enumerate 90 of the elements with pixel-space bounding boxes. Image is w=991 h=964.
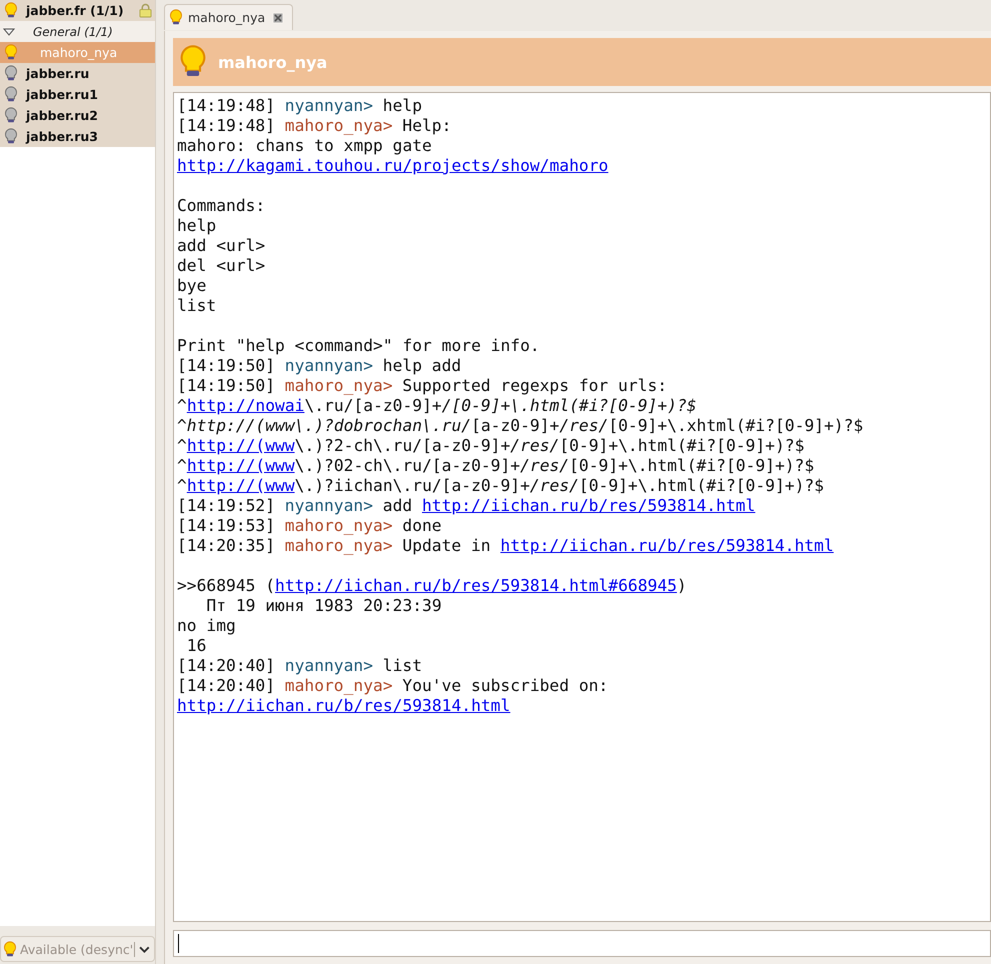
- timestamp: [14:19:50]: [177, 376, 276, 395]
- nickname: nyannyan>: [284, 356, 374, 375]
- link[interactable]: http://(www: [186, 476, 295, 495]
- message-text: help: [177, 216, 216, 235]
- message-text: ^: [177, 436, 187, 455]
- message-text: \.)?2-ch\.ru/[a-z0-9]+: [294, 436, 510, 455]
- account-name: jabber.ru: [26, 66, 90, 81]
- message-text: /res/: [520, 456, 570, 475]
- message-text: [a-z0-9]+: [471, 416, 560, 435]
- message-text: >>668945 (: [177, 576, 276, 595]
- timestamp: [14:19:48]: [177, 96, 276, 115]
- message-text: [0-9]+\.html(#i?[0-9]+)?$: [569, 456, 814, 475]
- message-text: list: [382, 656, 422, 675]
- link[interactable]: http://nowai: [186, 396, 304, 415]
- group-name: General (1/1): [33, 24, 113, 38]
- message-text: Пт 19 июня 1983 20:23:39: [205, 596, 442, 615]
- message-text: You've subscribed on:: [402, 676, 608, 695]
- link[interactable]: http://iichan.ru/b/res/593814.html: [422, 496, 756, 515]
- group-row[interactable]: General (1/1): [0, 21, 155, 42]
- message-text: ^: [177, 476, 187, 495]
- message-text: [0-9]+\.html(#i?[0-9]+)?$: [559, 436, 804, 455]
- message-text: bye: [177, 276, 206, 295]
- message-text: Help:: [402, 116, 452, 135]
- link[interactable]: http://iichan.ru/b/res/593814.html#668945: [275, 576, 677, 595]
- message-text: ^http://(www\.)?dobrochan\.ru/: [177, 416, 472, 435]
- message-text: ): [676, 576, 687, 595]
- message-text: mahoro: chans to xmpp gate: [177, 136, 432, 155]
- message-text: 16: [186, 636, 206, 655]
- account-row[interactable]: jabber.fr (1/1): [0, 0, 155, 21]
- link[interactable]: http://(www: [186, 456, 295, 475]
- chat-tab[interactable]: mahoro_nya: [164, 4, 293, 30]
- account-row[interactable]: jabber.ru: [0, 63, 155, 84]
- message-text: del <url>: [177, 256, 266, 275]
- message-text: Supported regexps for urls:: [402, 376, 668, 395]
- message-text: done: [402, 516, 442, 535]
- message-input[interactable]: [173, 930, 991, 957]
- nickname: nyannyan>: [284, 496, 374, 515]
- message-text: no img: [177, 616, 236, 635]
- timestamp: [14:19:50]: [177, 356, 276, 375]
- message-text: help add: [382, 356, 462, 375]
- timestamp: [14:20:40]: [177, 676, 276, 695]
- message-text: Commands:: [177, 196, 266, 215]
- message-text: add: [382, 496, 412, 515]
- nickname: mahoro_nya>: [284, 116, 393, 135]
- link[interactable]: http://iichan.ru/b/res/593814.html: [500, 536, 834, 555]
- message-text: [0-9]+\.html(#i?[0-9]+)?$: [578, 476, 824, 495]
- contact-name: mahoro_nya: [218, 52, 328, 72]
- message-text: /res/: [530, 476, 579, 495]
- message-text: \.)?iichan\.ru/[a-z0-9]+: [294, 476, 530, 495]
- chevron-down-icon[interactable]: [139, 944, 150, 954]
- nickname: mahoro_nya>: [284, 536, 393, 555]
- message-text: /res/: [510, 436, 560, 455]
- status-text: Available (desync': [20, 942, 136, 956]
- message-text: /[0-9]+\.html(#i?[0-9]+)?$: [442, 396, 697, 415]
- account-row[interactable]: jabber.ru2: [0, 105, 155, 126]
- timestamp: [14:20:40]: [177, 656, 276, 675]
- message-text: Update in: [402, 536, 491, 555]
- expander-icon[interactable]: [3, 26, 15, 38]
- nickname: mahoro_nya>: [284, 376, 393, 395]
- nickname: nyannyan>: [284, 656, 374, 675]
- message-text: help: [382, 96, 422, 115]
- account-name: jabber.fr (1/1): [26, 3, 124, 18]
- link[interactable]: http://kagami.touhou.ru/projects/show/mahoro: [177, 156, 608, 175]
- message-text: [0-9]+\.xhtml(#i?[0-9]+)?$: [608, 416, 864, 435]
- timestamp: [14:19:48]: [177, 116, 276, 135]
- message-text: \.ru/[a-z0-9]+: [304, 396, 442, 415]
- nickname: mahoro_nya>: [284, 516, 393, 535]
- contact-name: mahoro_nya: [40, 45, 118, 60]
- tab-label: mahoro_nya: [188, 10, 266, 25]
- message-text: \.)?02-ch\.ru/[a-z0-9]+: [294, 456, 520, 475]
- message-text: list: [177, 296, 216, 315]
- link[interactable]: http://iichan.ru/b/res/593814.html: [177, 696, 510, 715]
- timestamp: [14:19:52]: [177, 496, 276, 515]
- account-name: jabber.ru2: [26, 108, 98, 123]
- account-name: jabber.ru1: [26, 87, 98, 102]
- close-icon[interactable]: [273, 12, 283, 22]
- message-text: add <url>: [177, 236, 266, 255]
- nickname: nyannyan>: [284, 96, 374, 115]
- account-row[interactable]: jabber.ru1: [0, 84, 155, 105]
- link[interactable]: http://(www: [186, 436, 295, 455]
- message-text: Print "help <command>" for more info.: [177, 336, 540, 355]
- message-text: /res/: [559, 416, 608, 435]
- account-row[interactable]: jabber.ru3: [0, 126, 155, 147]
- message-text: ^: [177, 456, 187, 475]
- lightbulb-icon: [169, 9, 183, 26]
- timestamp: [14:20:35]: [177, 536, 276, 555]
- timestamp: [14:19:53]: [177, 516, 276, 535]
- nickname: mahoro_nya>: [284, 676, 393, 695]
- account-name: jabber.ru3: [26, 129, 98, 144]
- message-text: ^: [177, 396, 187, 415]
